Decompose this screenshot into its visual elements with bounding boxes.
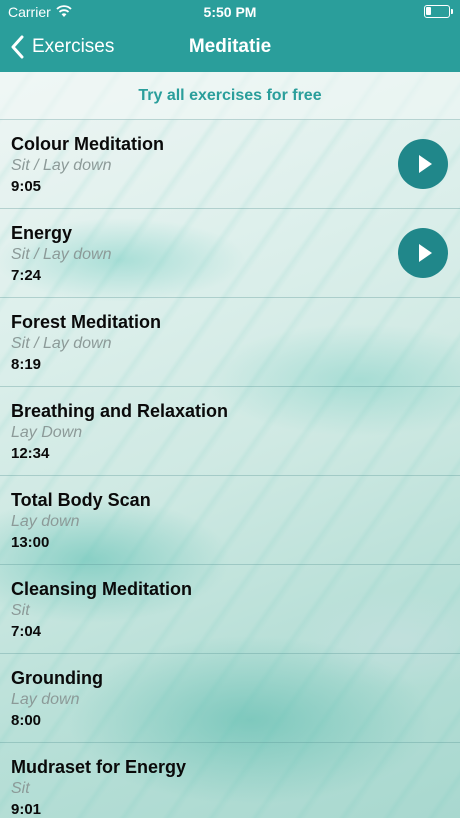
battery-icon [424,5,453,18]
try-free-button[interactable]: Try all exercises for free [0,72,460,120]
exercise-row[interactable]: Grounding Lay down 8:00 [0,654,460,743]
exercise-position: Sit [11,780,30,797]
exercise-duration: 7:24 [11,267,42,284]
exercise-title: Grounding [11,668,103,688]
exercise-position: Sit / Lay down [11,157,112,174]
navigation-bar: Carrier 5:50 PM Exercises Meditatie [0,0,460,72]
exercise-title: Energy [11,223,73,243]
status-time: 5:50 PM [203,4,257,20]
exercise-row[interactable]: Total Body Scan Lay down 13:00 [0,476,460,565]
exercise-row[interactable]: Cleansing Meditation Sit 7:04 [0,565,460,654]
exercise-title: Breathing and Relaxation [11,401,229,421]
exercise-duration: 9:05 [11,178,42,195]
exercise-row[interactable]: Colour Meditation Sit / Lay down 9:05 [0,120,460,209]
exercise-title: Forest Meditation [11,312,162,332]
exercise-list: Try all exercises for free Colour Medita… [0,72,460,818]
play-icon [419,244,432,262]
exercise-row[interactable]: Mudraset for Energy Sit 9:01 [0,743,460,818]
play-button[interactable] [398,228,448,278]
exercise-duration: 8:19 [11,356,42,373]
exercise-duration: 7:04 [11,623,42,640]
exercise-duration: 9:01 [11,801,42,818]
status-bar: Carrier 5:50 PM [0,0,460,24]
exercise-position: Lay down [11,691,80,708]
exercise-position: Lay down [11,513,80,530]
exercise-title: Cleansing Meditation [11,579,193,599]
exercise-duration: 12:34 [11,445,50,462]
exercise-duration: 13:00 [11,534,50,551]
exercise-title: Colour Meditation [11,134,164,154]
exercise-position: Sit / Lay down [11,335,112,352]
exercise-position: Sit [11,602,30,619]
exercise-position: Lay Down [11,424,83,441]
exercise-duration: 8:00 [11,712,42,729]
exercise-title: Total Body Scan [11,490,151,510]
exercise-title: Mudraset for Energy [11,757,187,777]
exercise-position: Sit / Lay down [11,246,112,263]
exercise-row[interactable]: Breathing and Relaxation Lay Down 12:34 [0,387,460,476]
exercise-row[interactable]: Energy Sit / Lay down 7:24 [0,209,460,298]
play-icon [419,155,432,173]
exercise-row[interactable]: Forest Meditation Sit / Lay down 8:19 [0,298,460,387]
page-title: Meditatie [188,36,272,57]
play-button[interactable] [398,139,448,189]
